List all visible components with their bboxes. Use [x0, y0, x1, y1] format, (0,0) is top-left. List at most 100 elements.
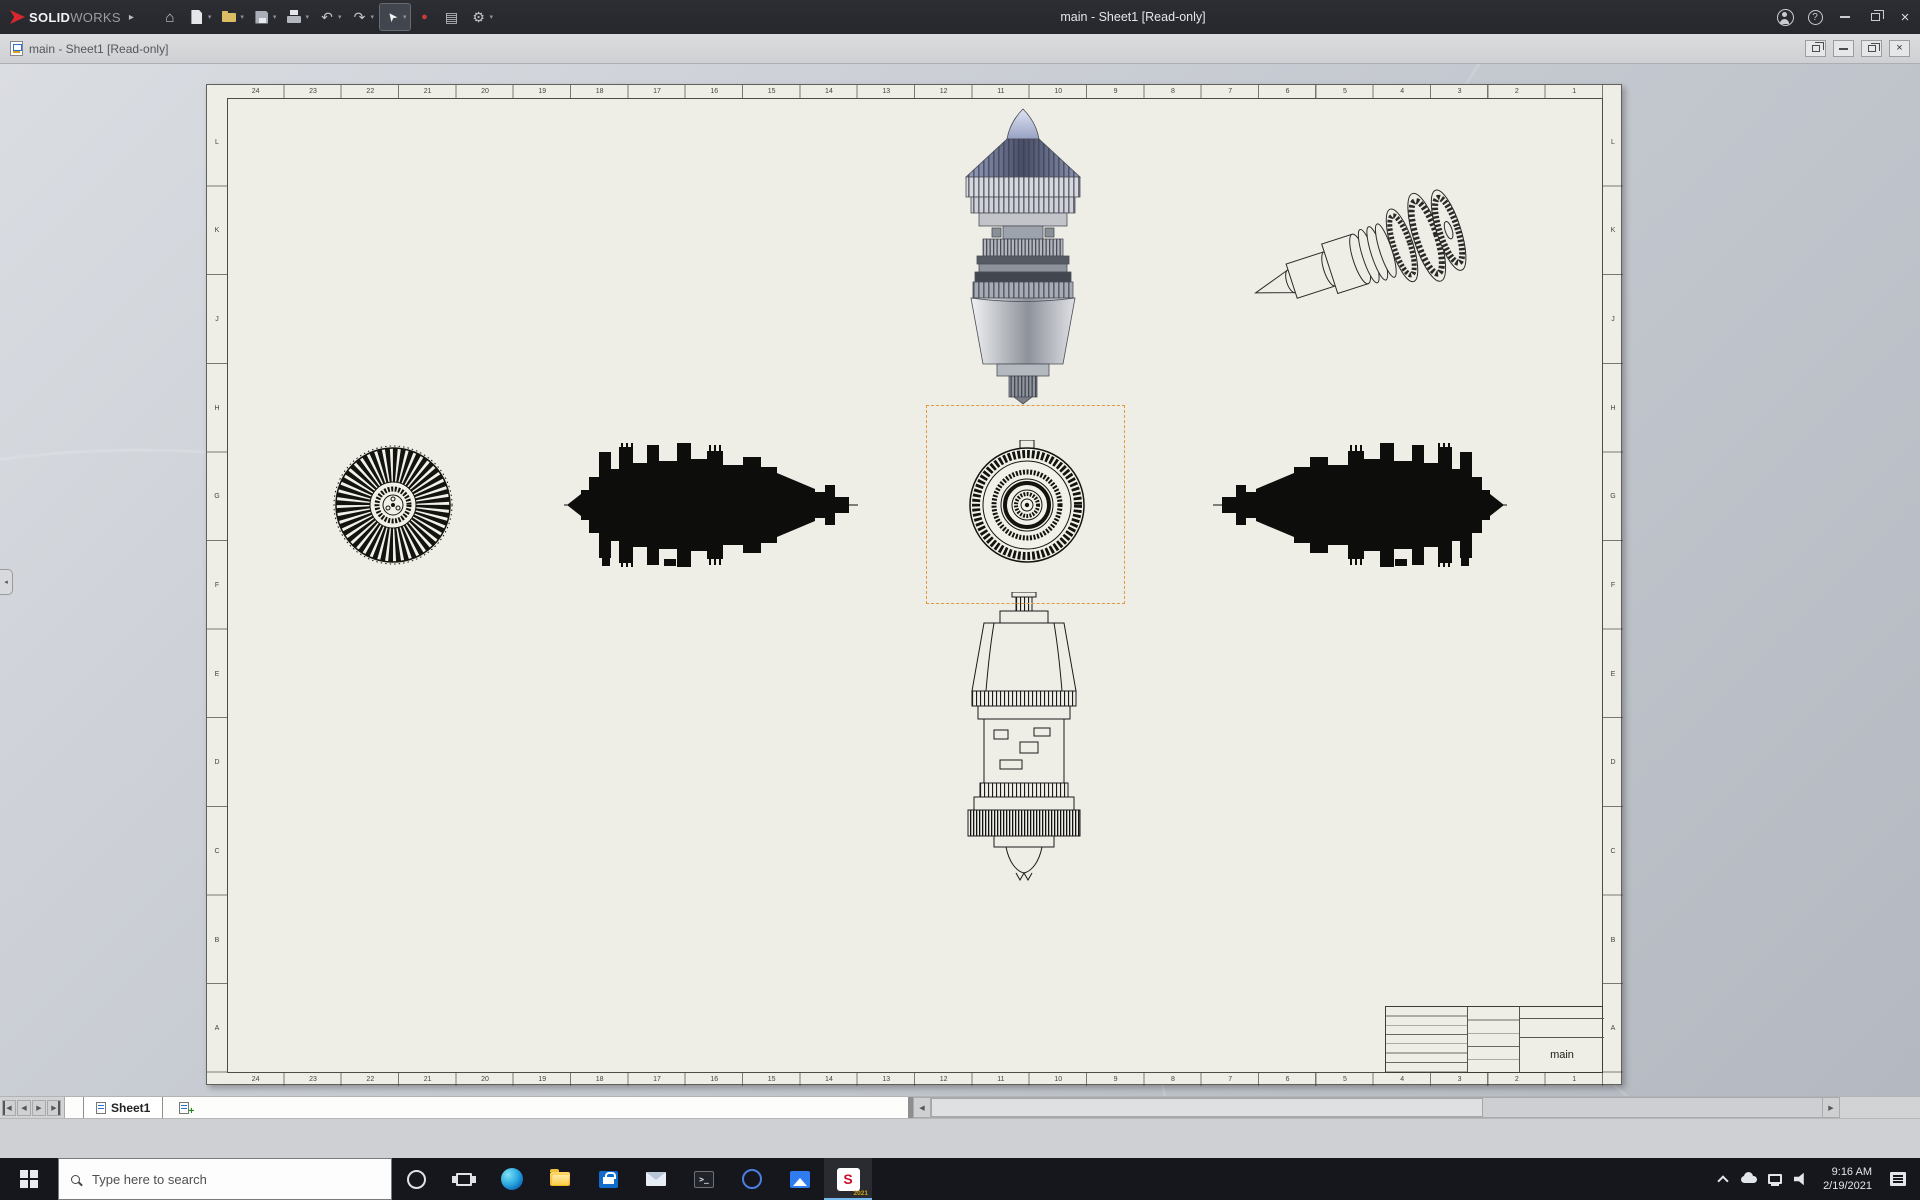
- file-explorer-taskbar-button[interactable]: [536, 1158, 584, 1200]
- zone-label: D: [1610, 759, 1616, 767]
- document-titlebar: main - Sheet1 [Read-only] ×: [0, 34, 1920, 64]
- drawing-view-bottom[interactable]: [964, 592, 1084, 888]
- horizontal-scrollbar[interactable]: ◀ ▶: [913, 1097, 1840, 1118]
- media-app-icon: [742, 1169, 762, 1189]
- drawing-view-right[interactable]: [1213, 439, 1507, 571]
- open-button[interactable]: ▾: [217, 4, 247, 30]
- start-button[interactable]: [0, 1158, 58, 1200]
- sheet-format-button[interactable]: ▤: [440, 4, 464, 30]
- title-block-name-cell: main: [1520, 1007, 1604, 1072]
- onedrive-icon: [1741, 1171, 1757, 1183]
- restore-document-button[interactable]: [1861, 40, 1882, 57]
- zone-label: 13: [882, 88, 891, 95]
- toolbar-expand-icon[interactable]: ▸: [129, 12, 134, 23]
- photos-app-taskbar-button[interactable]: [776, 1158, 824, 1200]
- user-icon: [1776, 8, 1794, 26]
- open-dropdown-arrow[interactable]: ▾: [240, 13, 244, 21]
- zone-label: 5: [1342, 88, 1347, 95]
- zone-label: 20: [481, 1076, 489, 1083]
- close-button[interactable]: ×: [1890, 0, 1920, 34]
- solidworks-brand: SOLIDWORKS ▸: [0, 10, 144, 25]
- zone-label: 9: [1113, 1076, 1118, 1083]
- cortana-taskbar-button[interactable]: [392, 1158, 440, 1200]
- new-document-icon: [188, 8, 206, 26]
- redo-button[interactable]: ↷ ▾: [347, 4, 377, 30]
- panel-collapse-arrow[interactable]: ◂: [0, 569, 13, 595]
- drawing-view-isometric[interactable]: [1238, 158, 1488, 353]
- file-explorer-icon: [550, 1169, 570, 1186]
- media-app-taskbar-button[interactable]: [728, 1158, 776, 1200]
- record-button[interactable]: ●: [413, 4, 437, 30]
- last-sheet-button[interactable]: ▶: [47, 1099, 61, 1116]
- drawing-view-left[interactable]: [564, 439, 858, 571]
- taskbar-clock[interactable]: 9:16 AM 2/19/2021: [1814, 1158, 1876, 1200]
- next-sheet-button[interactable]: ▶: [32, 1099, 46, 1116]
- scrollbar-thumb[interactable]: [931, 1098, 1484, 1117]
- add-sheet-button[interactable]: +: [173, 1097, 195, 1118]
- sheet-nav-buttons: ◀ ◀ ▶ ▶: [0, 1097, 64, 1118]
- terminal-taskbar-button[interactable]: >_: [680, 1158, 728, 1200]
- drawing-sheet[interactable]: 24 23 22 21 20 19 18 17 16 15 14 13 12 11 10 9 8 7 6 5 4 3 2 1 …: [206, 84, 1623, 1086]
- first-sheet-button[interactable]: ◀: [2, 1099, 16, 1116]
- cascade-document-button[interactable]: [1805, 40, 1826, 57]
- new-document-button[interactable]: ▾: [185, 4, 215, 30]
- edge-taskbar-button[interactable]: [488, 1158, 536, 1200]
- settings-dropdown-arrow[interactable]: ▾: [490, 13, 494, 21]
- help-button[interactable]: ?: [1800, 0, 1830, 34]
- zone-label: 8: [1170, 88, 1175, 95]
- record-icon: ●: [421, 10, 428, 23]
- solidworks-badge: 2021: [853, 1190, 868, 1197]
- sheet-format-icon: ▤: [444, 9, 459, 25]
- network-button[interactable]: [1762, 1158, 1788, 1200]
- action-center-button[interactable]: [1876, 1158, 1920, 1200]
- home-button[interactable]: ⌂: [158, 4, 182, 30]
- zone-label: B: [214, 936, 220, 944]
- save-button[interactable]: ▾: [250, 4, 280, 30]
- zone-label: E: [1610, 670, 1616, 678]
- tab-sheet1[interactable]: Sheet1: [83, 1097, 164, 1118]
- volume-button[interactable]: [1788, 1158, 1814, 1200]
- zone-label: 13: [882, 1076, 891, 1083]
- solidworks-taskbar-button[interactable]: S 2021: [824, 1158, 872, 1200]
- save-dropdown-arrow[interactable]: ▾: [273, 13, 277, 21]
- solidworks-window: SOLIDWORKS ▸ ⌂ ▾ ▾ ▾ ▾ ↶ ▾ ↷ ▾ ➤ ▾ ● ▤ ⚙ ▾ main - Shee…: [0, 0, 1920, 1200]
- scrollbar-track[interactable]: [931, 1098, 1822, 1117]
- print-button[interactable]: ▾: [282, 4, 312, 30]
- taskbar-search[interactable]: [58, 1158, 392, 1200]
- close-document-button[interactable]: ×: [1889, 40, 1910, 57]
- account-button[interactable]: [1770, 0, 1800, 34]
- search-input[interactable]: [90, 1170, 340, 1188]
- mail-taskbar-button[interactable]: [632, 1158, 680, 1200]
- minimize-document-button[interactable]: [1833, 40, 1854, 57]
- zone-label: 24: [251, 1076, 260, 1083]
- drawing-view-far-left[interactable]: [328, 440, 458, 570]
- redo-icon: ↷: [353, 9, 366, 25]
- graphics-area[interactable]: 24 23 22 21 20 19 18 17 16 15 14 13 12 11 10 9 8 7 6 5 4 3 2 1 …: [0, 64, 1920, 1096]
- zone-label: K: [214, 227, 220, 235]
- minimize-button[interactable]: [1830, 0, 1860, 34]
- sheet-tab-strip: Sheet1 +: [64, 1097, 908, 1118]
- maximize-button[interactable]: [1860, 0, 1890, 34]
- zone-label: L: [215, 138, 219, 146]
- zone-label: 6: [1285, 1076, 1290, 1083]
- prev-sheet-button[interactable]: ◀: [17, 1099, 31, 1116]
- task-view-taskbar-button[interactable]: [440, 1158, 488, 1200]
- onedrive-button[interactable]: [1736, 1158, 1762, 1200]
- tray-expand-button[interactable]: [1710, 1158, 1736, 1200]
- title-block: main: [1385, 1006, 1604, 1073]
- zone-label: 17: [653, 88, 661, 95]
- zone-label: 7: [1228, 1076, 1233, 1083]
- new-document-dropdown-arrow[interactable]: ▾: [208, 13, 212, 21]
- settings-button[interactable]: ⚙ ▾: [467, 4, 497, 30]
- selected-view-outline[interactable]: [926, 405, 1125, 604]
- scroll-right-arrow[interactable]: ▶: [1822, 1098, 1839, 1117]
- store-taskbar-button[interactable]: [584, 1158, 632, 1200]
- print-dropdown-arrow[interactable]: ▾: [305, 13, 309, 21]
- redo-dropdown-arrow[interactable]: ▾: [370, 13, 374, 21]
- undo-dropdown-arrow[interactable]: ▾: [338, 13, 342, 21]
- select-icon: ➤: [383, 8, 401, 26]
- drawing-view-top[interactable]: [958, 107, 1088, 407]
- scroll-left-arrow[interactable]: ◀: [914, 1098, 931, 1117]
- undo-button[interactable]: ↶ ▾: [315, 4, 345, 30]
- select-button[interactable]: ➤ ▾: [379, 3, 411, 31]
